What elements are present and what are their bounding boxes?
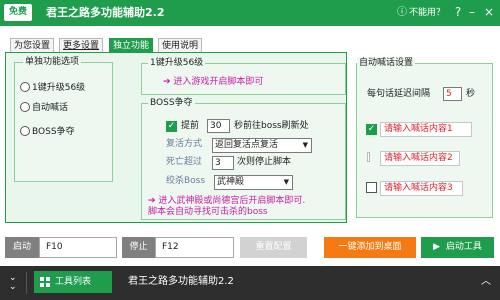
start-hotkey-label: 启动 (5, 237, 39, 258)
radio-one-click-upgrade[interactable]: 1键升级56级 (20, 80, 85, 93)
message-2-input[interactable]: 请输入喊话内容2 (380, 151, 460, 166)
divider (26, 272, 27, 294)
tab-independent-functions[interactable]: 独立功能 (109, 38, 154, 52)
advance-suffix: 秒前往boss刷新处 (234, 121, 309, 131)
upgrade-hint: ➔ 进入游戏开启脚本即可 (163, 77, 263, 88)
info-icon: ⓘ (397, 7, 407, 18)
interval-input[interactable]: 5 (443, 87, 462, 101)
stop-hotkey-label: 停止 (122, 237, 155, 258)
tab-instructions[interactable]: 使用说明 (158, 38, 203, 52)
chevron-down-icon: ▼ (283, 178, 289, 186)
stop-hotkey-input[interactable]: F12 (155, 237, 234, 258)
death-count-input[interactable]: 3 (212, 156, 234, 170)
advance-seconds-input[interactable]: 30 (207, 119, 230, 133)
advance-label: 提前 (181, 121, 200, 131)
start-hotkey-input[interactable]: F10 (39, 237, 117, 258)
interval-unit: 秒 (466, 89, 476, 99)
death-suffix: 次则停止脚本 (237, 157, 292, 167)
death-label: 死亡超过 (166, 157, 203, 167)
boss-hint-line1-text: 进入武神殿或尚德宫后开启脚本即可. (158, 196, 306, 206)
group-title: 1键升级56级 (148, 57, 206, 69)
unavailable-link[interactable]: ⓘ 不能用？ (397, 6, 445, 20)
unavailable-label: 不能用？ (409, 8, 446, 18)
grid-icon (40, 277, 50, 287)
window-title: 君王之路多功能辅助2.2 (46, 6, 165, 19)
title-bar: 免费 君王之路多功能辅助2.2 ⓘ 不能用？ ? – × (0, 0, 500, 26)
close-icon[interactable]: × (480, 3, 498, 21)
minimize-icon[interactable]: – (463, 3, 481, 21)
radio-label: 1键升级56级 (32, 83, 86, 93)
launch-tool-label: 启动工具 (445, 242, 482, 252)
message-3-checkbox[interactable] (366, 182, 377, 193)
tool-list-button[interactable]: 工具列表 (34, 271, 112, 293)
radio-button[interactable] (20, 125, 30, 136)
upgrade-hint-text: 进入游戏开启脚本即可 (173, 77, 264, 87)
play-triangle-icon: ▶ (433, 242, 441, 252)
bottom-bar: ⌄ ⌄ 工具列表 君王之路多功能辅助2.2 ︿ (0, 266, 500, 300)
tab-settings-for-you[interactable]: 为您设置 (10, 38, 55, 52)
revive-method-select[interactable]: 返回复活点复活 ▼ (212, 138, 312, 153)
add-to-desktop-button[interactable]: 一键添加到桌面 (324, 237, 416, 258)
launch-tool-button[interactable]: ▶ 启动工具 (421, 237, 494, 258)
message-2-checkbox[interactable] (367, 152, 370, 162)
group-title: BOSS争夺 (148, 97, 195, 109)
radio-button[interactable] (20, 101, 30, 112)
bottom-bar-title: 君王之路多功能辅助2.2 (128, 276, 234, 287)
revive-value: 返回复活点复活 (215, 140, 279, 150)
radio-auto-shout[interactable]: 自动喊话 (20, 100, 68, 113)
radio-boss-contest[interactable]: BOSS争夺 (20, 124, 75, 137)
message-1-input[interactable]: 请输入喊话内容1 (380, 122, 472, 137)
boss-target-select[interactable]: 武神殿 ▼ (214, 175, 293, 190)
arrow-icon: ➔ (148, 196, 156, 206)
boss-hint-line2: 脚本会自动寻找可击杀的boss (148, 207, 268, 217)
boss-hint-line1: ➔ 进入武神殿或尚德宫后开启脚本即可. (148, 196, 305, 207)
double-chevron-down-icon[interactable]: ⌄ ⌄ (9, 274, 17, 292)
tool-list-label: 工具列表 (55, 277, 92, 287)
message-1-checkbox[interactable]: ✓ (366, 124, 377, 135)
arrow-icon: ➔ (163, 77, 171, 87)
message-3-input[interactable]: 请输入喊话内容3 (380, 181, 463, 196)
advance-checkbox[interactable]: ✓ (166, 121, 177, 132)
group-title: 自动喊话设置 (357, 57, 416, 69)
boss-label: 绞杀Boss (166, 176, 206, 186)
tab-more-settings[interactable]: 更多设置 (59, 38, 104, 52)
free-badge: 免费 (4, 4, 33, 21)
interval-label: 每句话延迟间隔 (367, 89, 431, 99)
boss-value: 武神殿 (217, 177, 245, 187)
reset-config-button[interactable]: 重置配置 (240, 237, 307, 258)
group-title: 单独功能选项 (23, 56, 82, 68)
radio-label: 自动喊话 (32, 103, 69, 113)
revive-label: 复活方式 (166, 139, 203, 149)
radio-button[interactable] (20, 81, 30, 92)
chevron-up-icon[interactable]: ︿ (481, 275, 491, 289)
chevron-down-icon: ▼ (302, 141, 308, 149)
radio-label: BOSS争夺 (32, 127, 75, 137)
